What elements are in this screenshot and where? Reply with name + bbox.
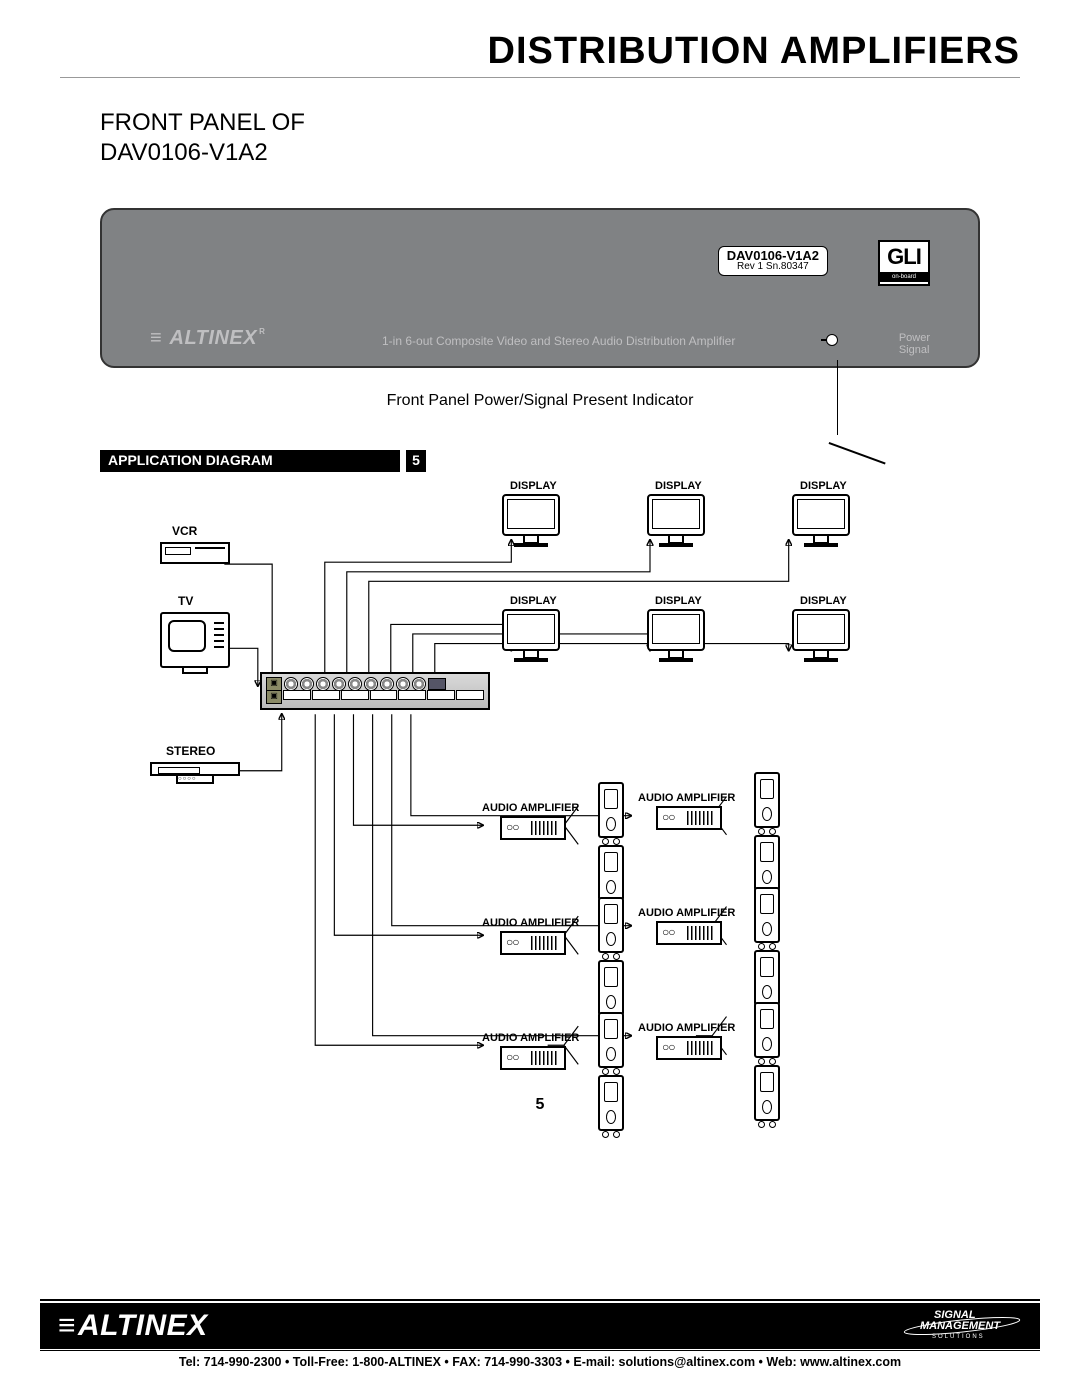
footer-brand: ALTINEX [58, 1309, 208, 1343]
sm-l3: SOLUTIONS [932, 1334, 985, 1340]
amplifier-icon [656, 1036, 722, 1060]
speaker-icon [598, 1075, 624, 1131]
display-icon [502, 494, 560, 547]
model-revision: Rev 1 Sn.80347 [727, 262, 819, 272]
application-diagram: VCR TV STEREO ○○○○ ▣ ▣ DISPLAY DISPLAY D… [100, 482, 980, 1092]
gli-text: GLI [880, 242, 928, 272]
front-panel-heading-l2: DAV0106-V1A2 [100, 139, 268, 166]
tv-icon [160, 612, 230, 668]
speaker-icon [598, 897, 624, 953]
gli-badge: GLI on-board [878, 240, 930, 286]
audio-amp-label: AUDIO AMPLIFIER [638, 792, 735, 804]
speaker-icon [598, 960, 624, 1016]
audio-amp-label: AUDIO AMPLIFIER [638, 907, 735, 919]
amplifier-icon [656, 921, 722, 945]
amplifier-icon [500, 931, 566, 955]
audio-amp-label: AUDIO AMPLIFIER [482, 1032, 579, 1044]
speaker-icon [754, 1065, 780, 1121]
amplifier-icon [500, 1046, 566, 1070]
display-icon [792, 494, 850, 547]
signal-text: Signal [899, 344, 930, 356]
display-label: DISPLAY [510, 595, 557, 607]
vcr-icon [160, 542, 230, 564]
page-footer: ALTINEX SIGNALMANAGEMENTSOLUTIONS Tel: 7… [40, 1299, 1040, 1369]
page-number: 5 [40, 1096, 1040, 1114]
front-panel-heading-l1: FRONT PANEL OF [100, 109, 305, 136]
tv-label: TV [178, 594, 193, 608]
display-label: DISPLAY [655, 595, 702, 607]
wiring-lines [100, 482, 980, 1092]
speaker-icon [754, 1002, 780, 1058]
sm-l2: MANAGEMENT [920, 1320, 1001, 1332]
section-label: APPLICATION DIAGRAM [100, 450, 400, 472]
display-label: DISPLAY [510, 480, 557, 492]
page-title: DISTRIBUTION AMPLIFIERS [60, 30, 1020, 77]
audio-amp-label: AUDIO AMPLIFIER [482, 917, 579, 929]
speaker-icon [754, 772, 780, 828]
amplifier-icon [656, 806, 722, 830]
display-icon [647, 494, 705, 547]
display-icon [502, 609, 560, 662]
signal-management-logo: SIGNALMANAGEMENTSOLUTIONS [902, 1306, 1022, 1347]
callout-text: Front Panel Power/Signal Present Indicat… [100, 392, 980, 410]
speaker-icon [754, 950, 780, 1006]
section-number: 5 [406, 450, 426, 472]
front-panel-heading: FRONT PANEL OF DAV0106-V1A2 [100, 108, 1040, 168]
display-label: DISPLAY [800, 480, 847, 492]
front-panel-illustration: DAV0106-V1A2 Rev 1 Sn.80347 GLI on-board… [100, 208, 980, 368]
speaker-icon [598, 1012, 624, 1068]
panel-brand-text: ALTINEX [170, 327, 258, 349]
speaker-icon [754, 835, 780, 891]
display-icon [792, 609, 850, 662]
display-icon [647, 609, 705, 662]
section-header-bar: APPLICATION DIAGRAM 5 [100, 450, 980, 472]
panel-description: 1-in 6-out Composite Video and Stereo Au… [382, 334, 735, 348]
amplifier-icon [500, 816, 566, 840]
speaker-icon [754, 887, 780, 943]
model-label-badge: DAV0106-V1A2 Rev 1 Sn.80347 [718, 246, 828, 276]
power-text: Power [899, 332, 930, 344]
display-label: DISPLAY [800, 595, 847, 607]
stereo-icon: ○○○○ [150, 762, 240, 776]
distribution-hub-icon: ▣ ▣ [260, 672, 490, 710]
stereo-label: STEREO [166, 744, 215, 758]
registered-mark: R [259, 327, 265, 336]
power-led-icon [826, 334, 838, 346]
callout-line [837, 360, 839, 435]
vcr-label: VCR [172, 524, 197, 538]
display-label: DISPLAY [655, 480, 702, 492]
audio-amp-label: AUDIO AMPLIFIER [482, 802, 579, 814]
speaker-icon [598, 845, 624, 901]
gli-sub: on-board [880, 272, 928, 282]
footer-contact: Tel: 714-990-2300 • Toll-Free: 1-800-ALT… [40, 1350, 1040, 1369]
speaker-icon [598, 782, 624, 838]
panel-brand: ALTINEXR [150, 327, 265, 350]
audio-amp-label: AUDIO AMPLIFIER [638, 1022, 735, 1034]
power-signal-label: Power Signal [899, 332, 930, 356]
